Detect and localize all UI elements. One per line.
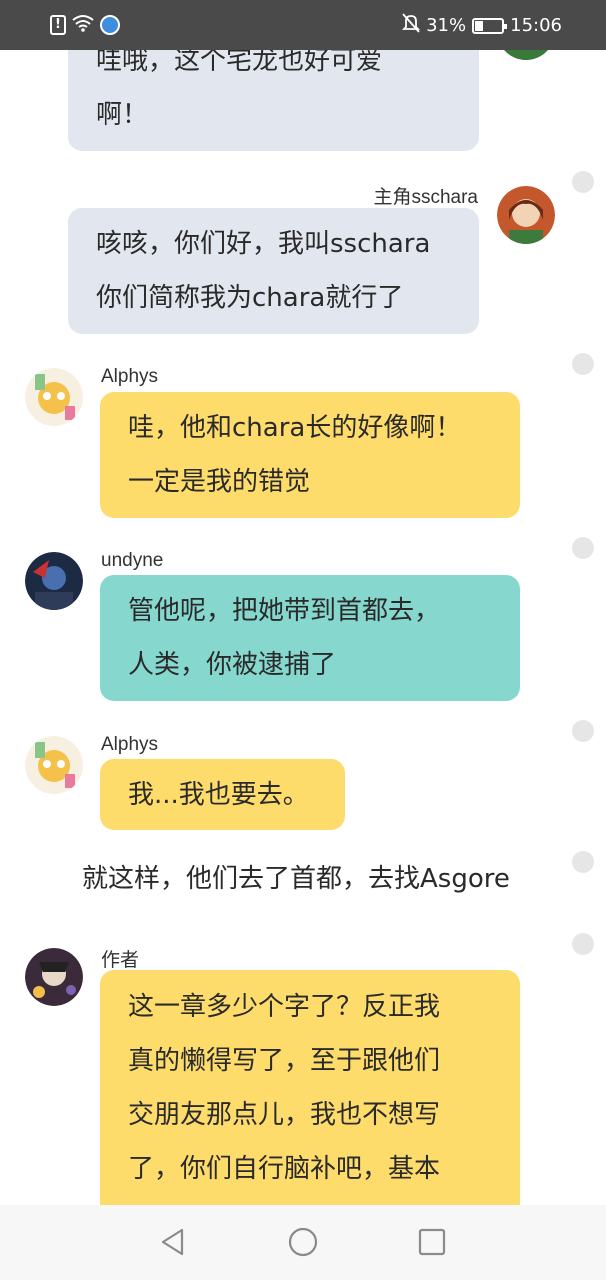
message-line: 管他呢，把她带到首都去， bbox=[128, 596, 441, 626]
message-line: 一定是我的错觉 bbox=[128, 467, 311, 497]
avatar[interactable] bbox=[497, 186, 555, 244]
status-bar: ! 31% 15:06 bbox=[0, 0, 606, 50]
message-bubble[interactable]: 这一章多少个字了？反正我 真的懒得写了，至于跟他们 交朋友那点儿，我也不想写 了… bbox=[100, 970, 520, 1230]
app-icon bbox=[100, 15, 120, 35]
status-dot bbox=[572, 353, 594, 375]
avatar[interactable] bbox=[25, 948, 83, 1006]
message-line: 咳咳，你们好，我叫sschara bbox=[96, 229, 431, 259]
avatar[interactable] bbox=[25, 552, 83, 610]
sender-name: Alphys bbox=[101, 366, 159, 387]
message-line: 交朋友那点儿，我也不想写 bbox=[128, 1100, 441, 1130]
sender-name: 主角sschara bbox=[373, 187, 478, 208]
battery-percent: 31% bbox=[426, 15, 467, 36]
message-bubble[interactable]: 哇，他和chara长的好像啊！ 一定是我的错觉 bbox=[100, 392, 520, 518]
message-bubble[interactable]: 我...我也要去。 bbox=[100, 759, 345, 830]
message-line: 人类，你被逮捕了 bbox=[128, 650, 337, 680]
message-bubble[interactable]: 管他呢，把她带到首都去， 人类，你被逮捕了 bbox=[100, 575, 520, 701]
sender-name: 作者 bbox=[101, 950, 140, 971]
navigation-bar bbox=[0, 1205, 606, 1280]
message-line: 我...我也要去。 bbox=[128, 780, 309, 810]
message-line: 真的懒得写了，至于跟他们 bbox=[128, 1046, 441, 1076]
status-dot bbox=[572, 537, 594, 559]
home-icon[interactable] bbox=[288, 1227, 318, 1257]
message-line: 啊！ bbox=[96, 100, 149, 130]
message-bubble[interactable]: 咳咳，你们好，我叫sschara 你们简称我为chara就行了 bbox=[68, 208, 479, 334]
sender-name: Alphys bbox=[101, 734, 159, 755]
sender-name: undyne bbox=[101, 550, 164, 571]
chat-list[interactable]: 哇哦，这个宅龙也好可爱 啊！ 主角sschara 咳咳，你们好，我叫sschar… bbox=[0, 0, 606, 1230]
alert-icon: ! bbox=[50, 15, 66, 35]
screen: 哇哦，这个宅龙也好可爱 啊！ 主角sschara 咳咳，你们好，我叫sschar… bbox=[0, 0, 606, 1280]
clock: 15:06 bbox=[510, 15, 562, 36]
message-line: 哇，他和chara长的好像啊！ bbox=[128, 413, 462, 443]
status-dot bbox=[572, 171, 594, 193]
narration-text: 就这样，他们去了首都，去找Asgore bbox=[82, 864, 510, 894]
wifi-icon bbox=[72, 14, 94, 36]
avatar[interactable] bbox=[25, 736, 83, 794]
avatar[interactable] bbox=[25, 368, 83, 426]
status-dot bbox=[572, 720, 594, 742]
message-line: 这一章多少个字了？反正我 bbox=[128, 992, 441, 1022]
recents-icon[interactable] bbox=[417, 1227, 447, 1257]
message-line: 了，你们自行脑补吧，基本 bbox=[128, 1154, 441, 1184]
battery-icon bbox=[472, 17, 508, 34]
mute-icon bbox=[401, 13, 421, 38]
back-icon[interactable] bbox=[158, 1227, 188, 1257]
status-dot bbox=[572, 851, 594, 873]
message-line: 你们简称我为chara就行了 bbox=[96, 283, 404, 313]
status-dot bbox=[572, 933, 594, 955]
